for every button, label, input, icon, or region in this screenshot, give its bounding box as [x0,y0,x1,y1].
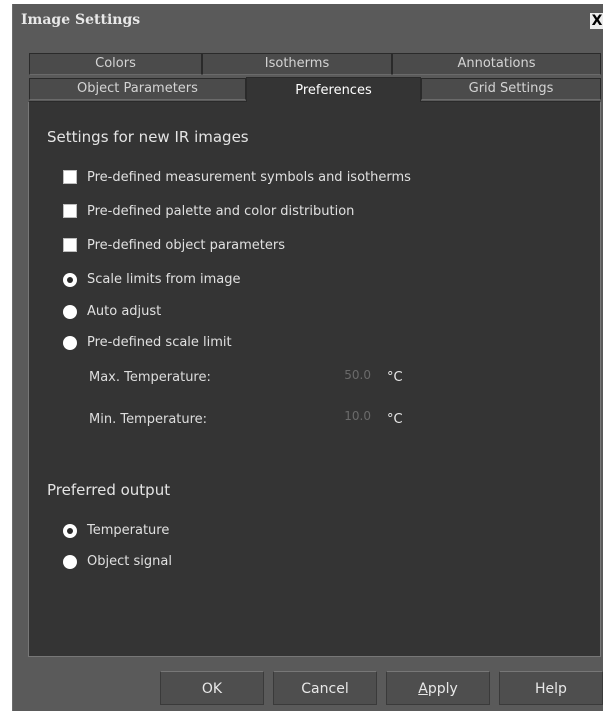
min-temperature-unit: °C [387,412,403,427]
tab-grid-settings[interactable]: Grid Settings [421,78,601,100]
radio-label: Scale limits from image [87,272,241,287]
checkbox-palette-distribution[interactable]: Pre-defined palette and color distributi… [63,203,483,221]
max-temperature-label: Max. Temperature: [89,370,211,385]
tab-annotations[interactable]: Annotations [392,53,601,75]
checkbox-label: Pre-defined palette and color distributi… [87,204,355,219]
radio-button[interactable] [63,305,77,319]
checkbox-object-parameters[interactable]: Pre-defined object parameters [63,237,483,255]
cancel-button[interactable]: Cancel [273,671,377,705]
checkbox-box[interactable] [63,204,77,218]
radio-label: Temperature [87,523,170,538]
max-temperature-field[interactable]: 50.0 [326,368,371,382]
checkbox-label: Pre-defined object parameters [87,238,286,253]
max-temperature-unit: °C [387,370,403,385]
radio-auto-adjust[interactable]: Auto adjust [63,303,363,321]
apply-mnemonic: A [418,681,428,697]
ok-button[interactable]: OK [160,671,264,705]
min-temperature-label: Min. Temperature: [89,412,208,427]
radio-temperature[interactable]: Temperature [63,522,313,540]
apply-button[interactable]: Apply [386,671,490,705]
settings-section-title: Settings for new IR images [47,128,249,146]
radio-button[interactable] [63,524,77,538]
tab-isotherms[interactable]: Isotherms [202,53,392,75]
radio-scale-from-image[interactable]: Scale limits from image [63,271,363,289]
radio-label: Object signal [87,554,172,569]
apply-label: pply [427,681,458,697]
radio-button[interactable] [63,336,77,350]
radio-predefined-scale[interactable]: Pre-defined scale limit [63,334,363,352]
checkbox-box[interactable] [63,170,77,184]
output-section-title: Preferred output [47,481,171,499]
radio-object-signal[interactable]: Object signal [63,553,313,571]
help-button[interactable]: Help [499,671,603,705]
close-icon[interactable]: X [590,13,603,29]
tab-object-parameters[interactable]: Object Parameters [29,78,246,100]
checkbox-label: Pre-defined measurement symbols and isot… [87,170,411,185]
tab-preferences[interactable]: Preferences [246,77,421,102]
min-temperature-field[interactable]: 10.0 [326,409,371,423]
tab-colors[interactable]: Colors [29,53,202,75]
image-settings-dialog: Image Settings X Colors Isotherms Annota… [12,4,603,711]
checkbox-measurement-symbols[interactable]: Pre-defined measurement symbols and isot… [63,169,483,187]
checkbox-box[interactable] [63,238,77,252]
radio-button[interactable] [63,273,77,287]
radio-label: Pre-defined scale limit [87,335,232,350]
dialog-title: Image Settings [21,12,141,28]
radio-label: Auto adjust [87,304,162,319]
radio-button[interactable] [63,555,77,569]
preferences-panel: Settings for new IR images Pre-defined m… [28,101,601,657]
title-bar[interactable]: Image Settings X [13,4,603,38]
